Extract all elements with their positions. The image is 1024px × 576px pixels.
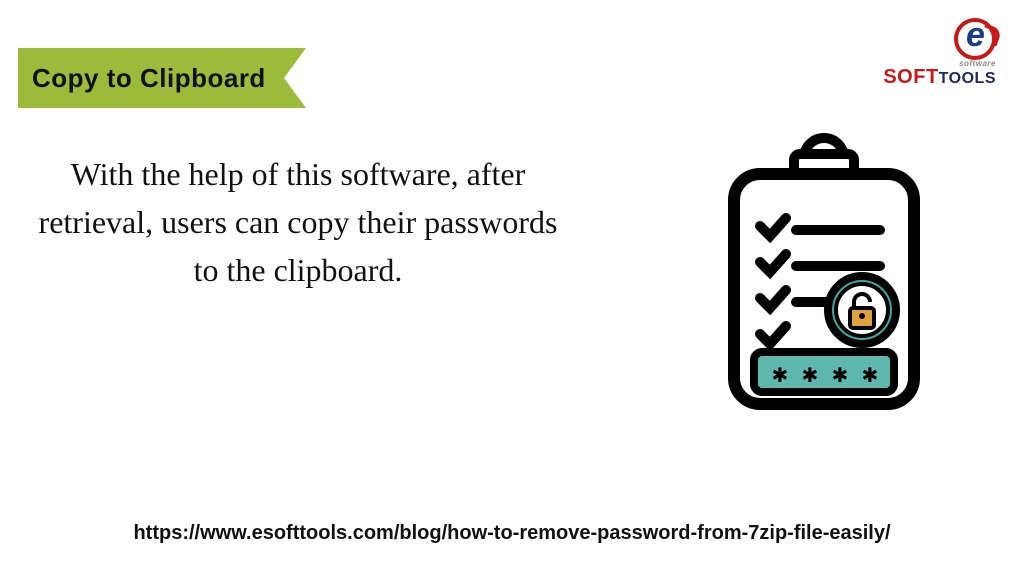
- ribbon-tail-icon: [284, 48, 306, 108]
- source-url: https://www.esofttools.com/blog/how-to-r…: [0, 518, 1024, 548]
- clipboard-lock-icon: ✱ ✱ ✱ ✱: [694, 130, 954, 430]
- logo-part2: softwareTOOLS: [939, 70, 996, 87]
- description-text: With the help of this software, after re…: [38, 150, 558, 294]
- brand-logo: SOFTsoftwareTOOLS: [883, 18, 996, 87]
- logo-text: SOFTsoftwareTOOLS: [883, 67, 996, 87]
- svg-text:✱: ✱: [772, 359, 788, 389]
- svg-text:✱: ✱: [862, 359, 878, 389]
- title-ribbon: Copy to Clipboard: [18, 48, 306, 108]
- logo-sub: software: [959, 60, 996, 68]
- logo-e-icon: [954, 18, 996, 60]
- svg-text:✱: ✱: [802, 359, 818, 389]
- logo-part1: SOFT: [883, 66, 938, 88]
- svg-text:✱: ✱: [832, 359, 848, 389]
- ribbon-label: Copy to Clipboard: [18, 48, 284, 108]
